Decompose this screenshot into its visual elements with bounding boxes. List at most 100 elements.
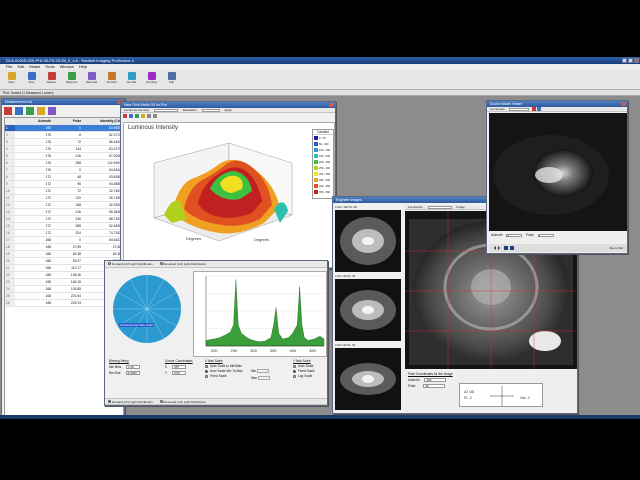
table-row[interactable]: 15 172 288 52.4826 <box>5 223 123 230</box>
table-row[interactable]: 17 168 0 84.6437 <box>5 237 123 244</box>
close-icon[interactable] <box>634 58 639 63</box>
table-row[interactable]: 11 172 120 26.7189 <box>5 195 123 202</box>
zoom-out-button[interactable]: Zoom Out <box>610 246 623 250</box>
x-min-input[interactable] <box>257 369 270 374</box>
y-scale-option[interactable]: Auto Scale <box>293 364 329 368</box>
close-icon[interactable] <box>329 103 334 107</box>
table-row[interactable]: 19 168 55.38 55.38 <box>5 251 123 258</box>
x-scale-radio[interactable] <box>205 369 208 373</box>
pan-icon[interactable] <box>135 114 139 118</box>
table-cell: 9 <box>5 181 15 187</box>
help-icon <box>167 72 176 80</box>
y-scale-radio[interactable] <box>293 369 296 373</box>
next-icon[interactable] <box>498 246 502 250</box>
toolbar-button-far-field[interactable]: Far Field <box>102 72 121 87</box>
polar-input[interactable]: 90 <box>423 384 446 389</box>
toolbar-button-save[interactable]: Save <box>22 72 41 87</box>
table-row[interactable]: 8 172 48 53.6265 <box>5 174 123 181</box>
table-row[interactable]: 5 176 216 67.0048 <box>5 153 123 160</box>
radio-forward-bottom[interactable] <box>108 400 111 403</box>
color-map-icon[interactable] <box>532 107 537 111</box>
cursor-y-input[interactable]: 0.00 <box>171 371 186 376</box>
toolbar-button-help[interactable]: Help <box>162 72 181 87</box>
x-scale-option[interactable]: Auto Scale to Min/Max <box>205 364 285 368</box>
thumbnail-item[interactable]: LS1C 90 PL 30 <box>335 343 401 411</box>
luminance-select[interactable]: Luminance <box>408 205 423 209</box>
cursor-x-row: X 467 <box>165 365 205 370</box>
table-row[interactable]: 12 172 168 42.3252 <box>5 202 123 209</box>
azimuth-input[interactable]: 180 <box>424 378 447 383</box>
table-row[interactable]: 4 176 144 63.1279 <box>5 146 123 153</box>
table-icon[interactable] <box>4 107 12 115</box>
cursor-x-input[interactable]: 467 <box>172 365 187 370</box>
x-scale-option[interactable]: Auto Scale Min To Max <box>205 369 285 373</box>
spectrum-area-series <box>205 279 325 347</box>
stop-icon[interactable] <box>510 246 514 250</box>
table-cell: 168 <box>45 294 51 298</box>
print-icon[interactable] <box>153 114 157 118</box>
zoom-icon[interactable] <box>129 114 133 118</box>
table-row[interactable]: 18 168 27.69 27.68 <box>5 244 123 251</box>
resolution-dropdown[interactable] <box>201 108 220 112</box>
copy-icon[interactable] <box>147 114 151 118</box>
close-icon[interactable] <box>621 102 626 106</box>
table-row[interactable]: 10 172 72 32.7483 <box>5 188 123 195</box>
x-scale-radio[interactable] <box>205 364 208 368</box>
minimize-icon[interactable] <box>622 58 627 63</box>
source-luminance-dropdown[interactable] <box>508 107 529 111</box>
table-row[interactable]: 6 176 288 112.4954 <box>5 160 123 167</box>
x-scale-radio[interactable] <box>205 374 208 378</box>
table-cell: 58.7183 <box>109 217 121 221</box>
x-scale-title: X Axis Scale <box>205 359 223 363</box>
toolbar-button-measure[interactable]: Measure <box>42 72 61 87</box>
luminance-dropdown[interactable] <box>427 205 452 209</box>
table-row[interactable]: 1 180 0 83.5083 <box>5 125 123 132</box>
source-azimuth-input[interactable]: 0 <box>506 233 523 237</box>
x-max-input[interactable] <box>257 376 270 381</box>
y-scale-option-label: Fixed Scale <box>298 369 315 373</box>
thumbnail-item[interactable]: LS1C 90 PL 45 <box>335 274 401 342</box>
table-row[interactable]: 3 176 72 66.4462 <box>5 139 123 146</box>
table-row[interactable]: 13 172 216 55.3845 <box>5 209 123 216</box>
maximize-icon[interactable] <box>628 58 633 63</box>
source-luminance-select[interactable]: Luminance <box>490 107 505 111</box>
x-tick-label: 350 <box>270 348 277 353</box>
toolbar-button-gen-ies[interactable]: Gen IES <box>122 72 141 87</box>
toolbar-button-alignment[interactable]: Alignment <box>62 72 81 87</box>
play-icon[interactable] <box>504 246 508 250</box>
reset-view-icon[interactable] <box>141 114 145 118</box>
toolbar-button-new-field[interactable]: New Field <box>82 72 101 87</box>
toolbar-button-open[interactable]: Open <box>2 72 21 87</box>
y-scale-option[interactable]: Log Scale <box>293 374 329 378</box>
table-row[interactable]: 16 172 324 74.7182 <box>5 230 123 237</box>
rotate-icon[interactable] <box>123 114 127 118</box>
prev-icon[interactable] <box>492 246 496 250</box>
export-icon[interactable] <box>37 107 45 115</box>
toolbar-button-gen-rays[interactable]: Gen Rays <box>142 72 161 87</box>
radio-forward[interactable] <box>108 262 111 265</box>
apply-button[interactable]: Apply <box>224 108 232 112</box>
y-scale-radio[interactable] <box>293 374 296 378</box>
table-row[interactable]: 2 176 8 82.7072 <box>5 132 123 139</box>
table-row[interactable]: 7 176 0 64.6342 <box>5 167 123 174</box>
chart-icon[interactable] <box>15 107 23 115</box>
filter-icon[interactable] <box>48 107 56 115</box>
table-cell: 168 <box>45 238 51 242</box>
table-cell: 172 <box>45 196 51 200</box>
bin-start-input[interactable]: 1.00 <box>126 365 141 370</box>
y-scale-option[interactable]: Fixed Scale <box>293 369 329 373</box>
compass-widget: AZ 180 PL -3 Gan -2 <box>459 383 543 407</box>
x-scale-option[interactable]: Fixed Scale <box>205 374 285 378</box>
table-row[interactable]: 9 172 96 54.3585 <box>5 181 123 188</box>
display-select[interactable]: Luminous Intensity <box>124 108 149 112</box>
x-max-label: Max <box>251 376 258 380</box>
source-polar-input[interactable]: 0 <box>537 233 554 237</box>
display-dropdown[interactable] <box>153 108 178 112</box>
y-scale-option-label: Log Scale <box>298 374 313 378</box>
bin-size-input[interactable]: 4.0000 <box>125 371 140 376</box>
table-row[interactable]: 14 172 240 58.7183 <box>5 216 123 223</box>
thumbnail-item[interactable]: LS1C 180 PL 90 <box>335 205 401 273</box>
zoom-icon[interactable] <box>537 107 542 111</box>
image-icon[interactable] <box>26 107 34 115</box>
y-scale-radio[interactable] <box>293 364 296 368</box>
